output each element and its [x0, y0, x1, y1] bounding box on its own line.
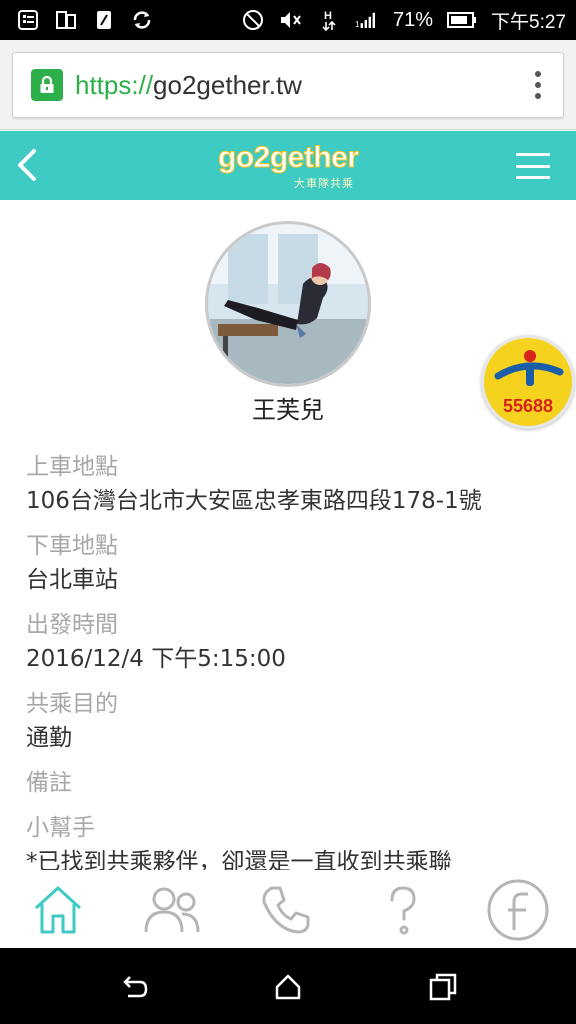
dual-screen-icon	[54, 8, 78, 32]
detail-value: 106台灣台北市大安區忠孝東路四段178-1號	[26, 488, 482, 514]
system-navigation-bar	[0, 948, 576, 1024]
logo-subtitle: 大車隊共乘	[294, 177, 354, 190]
url-scheme: https://	[75, 69, 154, 100]
lock-icon[interactable]	[31, 69, 63, 101]
detail-label: 下車地點	[26, 533, 118, 559]
battery-percent: 71%	[392, 8, 434, 31]
logo-text: go2gether	[218, 141, 360, 175]
detail-pickup: 上車地點 106台灣台北市大安區忠孝東路四段178-1號	[26, 450, 566, 527]
address-bar[interactable]: https://go2gether.tw	[12, 52, 564, 118]
profile-avatar	[205, 221, 371, 387]
battery-icon	[447, 8, 477, 32]
system-recents-icon[interactable]	[428, 972, 458, 1002]
app-header: go2gether 大車隊共乘	[0, 131, 576, 200]
taxi-55688-button[interactable]: 55688	[481, 335, 575, 429]
notification-icon	[16, 8, 40, 32]
status-bar: H 1 71% 下午5:27	[0, 0, 576, 40]
detail-value	[26, 800, 566, 809]
browser-toolbar: https://go2gether.tw	[0, 40, 576, 130]
detail-label: 出發時間	[26, 612, 118, 638]
do-not-disturb-icon	[241, 8, 265, 32]
back-arrow-icon[interactable]	[12, 147, 48, 183]
detail-value: 2016/12/4 下午5:15:00	[26, 646, 286, 672]
detail-label: 上車地點	[26, 454, 118, 480]
detail-dropoff: 下車地點 台北車站	[26, 529, 566, 606]
phone-icon[interactable]	[254, 878, 318, 942]
system-home-icon[interactable]	[273, 972, 303, 1002]
taxi-logo-icon	[494, 350, 564, 386]
users-icon[interactable]	[140, 878, 204, 942]
hamburger-menu-icon[interactable]	[516, 153, 550, 179]
badge-number: 55688	[502, 396, 554, 416]
overflow-menu-icon[interactable]	[535, 71, 541, 99]
detail-purpose: 共乘目的 通勤	[26, 687, 566, 764]
bottom-navigation	[0, 870, 576, 948]
go2gether-logo[interactable]: go2gether 大車隊共乘	[218, 141, 360, 191]
svg-text:1: 1	[355, 20, 360, 29]
mute-icon	[279, 8, 303, 32]
sync-icon	[130, 8, 154, 32]
svg-text:H: H	[324, 10, 332, 22]
help-icon[interactable]	[370, 878, 434, 942]
facebook-icon[interactable]	[486, 878, 550, 942]
clock: 下午5:27	[491, 11, 566, 33]
url-host: go2gether.tw	[153, 69, 302, 100]
detail-value: 台北車站	[26, 567, 118, 593]
hsdpa-icon: H	[317, 8, 341, 32]
signal-icon: 1	[355, 8, 379, 32]
detail-value: 通勤	[26, 725, 72, 751]
home-icon[interactable]	[26, 878, 90, 942]
detail-label: 共乘目的	[26, 691, 118, 717]
detail-departure-time: 出發時間 2016/12/4 下午5:15:00	[26, 608, 566, 685]
detail-label: 備註	[26, 770, 72, 796]
ride-details: 上車地點 106台灣台北市大安區忠孝東路四段178-1號 下車地點 台北車站 出…	[26, 450, 566, 890]
url-text[interactable]: https://go2gether.tw	[75, 70, 302, 101]
sim-icon	[92, 8, 116, 32]
system-back-icon[interactable]	[120, 972, 150, 1002]
detail-label: 小幫手	[26, 815, 95, 841]
detail-notes: 備註	[26, 766, 566, 809]
